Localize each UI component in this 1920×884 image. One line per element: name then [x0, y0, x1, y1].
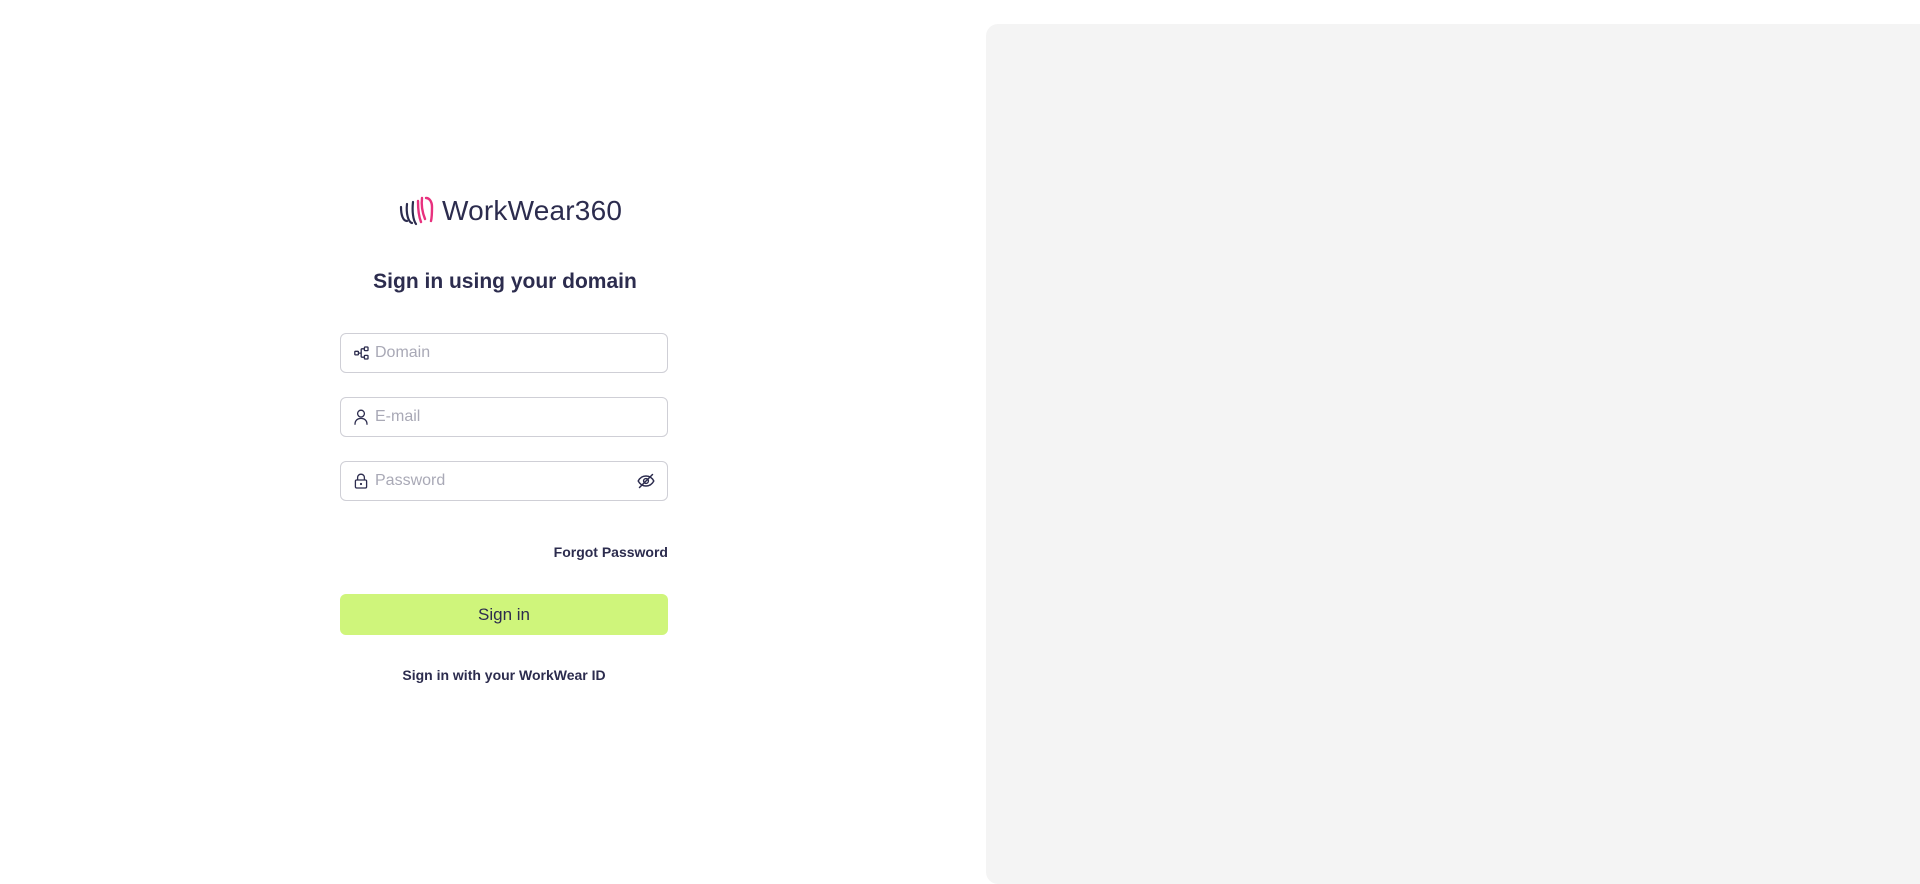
user-icon [353, 409, 369, 425]
email-input[interactable] [375, 399, 667, 435]
login-column: WorkWear360 Sign in using your domain Do… [0, 0, 986, 884]
login-page: WorkWear360 Sign in using your domain Do… [0, 0, 1920, 884]
password-input[interactable] [375, 463, 637, 499]
domain-input[interactable] [375, 335, 667, 371]
domain-field[interactable] [340, 333, 668, 373]
password-field[interactable] [340, 461, 668, 501]
illustration-panel [986, 24, 1920, 884]
sign-in-button[interactable]: Sign in [340, 594, 668, 635]
workwear-hand-logo-icon [399, 196, 434, 226]
brand-logo: WorkWear360 [399, 193, 622, 229]
page-title: Sign in using your domain [373, 270, 637, 293]
eye-off-icon[interactable] [637, 472, 655, 490]
forgot-password-link[interactable]: Forgot Password [554, 544, 668, 560]
brand-name: WorkWear360 [442, 195, 623, 226]
workwear-id-signin-link[interactable]: Sign in with your WorkWear ID [340, 667, 668, 683]
hierarchy-icon [353, 345, 369, 361]
lock-icon [353, 473, 369, 489]
email-field[interactable] [340, 397, 668, 437]
